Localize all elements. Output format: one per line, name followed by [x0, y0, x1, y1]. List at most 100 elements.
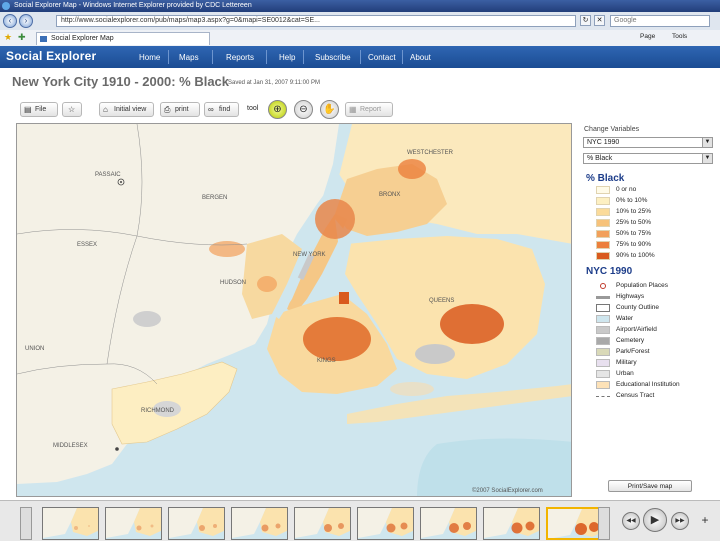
address-bar[interactable]: http://www.socialexplorer.com/pub/maps/m… [56, 15, 576, 27]
find-button[interactable]: ∞ find [204, 102, 239, 117]
nav-reports[interactable]: Reports [226, 53, 254, 62]
thumbnail-map [421, 508, 476, 538]
timeline-thumbnail[interactable] [231, 507, 288, 540]
site-logo[interactable]: Social Explorer [6, 49, 96, 63]
initial-view-icon: ⌂ [103, 105, 108, 114]
legend-layer-swatch [596, 326, 610, 334]
nav-help[interactable]: Help [279, 53, 295, 62]
initial-view-button[interactable]: ⌂ Initial view [99, 102, 154, 117]
search-input[interactable]: Google [610, 15, 710, 27]
tool-label: tool [247, 105, 259, 112]
change-variables-label: Change Variables [584, 126, 640, 133]
forward-button[interactable]: › [19, 14, 33, 28]
thumbnail-map [43, 508, 98, 538]
address-url: http://www.socialexplorer.com/pub/maps/m… [61, 17, 320, 24]
play-icon: ▶ [650, 514, 660, 526]
thumbnail-hotspot [449, 523, 459, 533]
timeline-thumbnail[interactable] [105, 507, 162, 540]
zoom-in-tool[interactable]: ⊕ [268, 100, 287, 119]
zoom-out-tool[interactable]: ⊖ [294, 100, 313, 119]
tab-favicon-icon [40, 36, 47, 42]
back-button[interactable]: ‹ [3, 14, 17, 28]
thumbnail-hotspot [575, 523, 587, 535]
timeline-thumbnail[interactable] [42, 507, 99, 540]
thumbnail-hotspot [463, 522, 471, 530]
initial-view-label: Initial view [114, 106, 147, 113]
legend-layer-label: Park/Forest [616, 348, 650, 355]
thumbnail-map [358, 508, 413, 538]
thumbnail-hotspot [338, 523, 344, 529]
timeline-thumbnail[interactable] [294, 507, 351, 540]
hotspot-newark [209, 241, 245, 257]
report-button[interactable]: ▦ Report [345, 102, 393, 117]
file-label: File [35, 106, 47, 113]
legend-class-label: 50% to 75% [616, 230, 652, 237]
stop-icon: ✕ [596, 17, 603, 24]
thumbnail-hotspot [213, 524, 217, 528]
thumbnail-hotspot [525, 521, 535, 531]
print-button[interactable]: ⎙ print [160, 102, 200, 117]
hotspot-brooklyn [303, 317, 371, 361]
thumbnail-map [295, 508, 350, 538]
pan-tool[interactable]: ✋ [320, 100, 339, 119]
timeline-thumbnail[interactable] [357, 507, 414, 540]
timeline-scroll-left[interactable] [20, 507, 32, 540]
legend-layer-label: Military [616, 359, 637, 366]
legend-layer-swatch [596, 304, 610, 312]
hotspot-block [339, 292, 349, 304]
variable-select[interactable]: % Black ▼ [583, 153, 713, 164]
year-select-value: NYC 1990 [587, 139, 620, 146]
saved-timestamp: Saved at Jan 31, 2007 9:11:00 PM [228, 80, 320, 86]
map-svg[interactable]: PASSAIC BERGEN ESSEX WESTCHESTER BRONX N… [17, 124, 572, 497]
hotspot-bronx [398, 159, 426, 179]
file-button[interactable]: ▤ File [20, 102, 58, 117]
year-select[interactable]: NYC 1990 ▼ [583, 137, 713, 148]
zoom-out-icon: ⊖ [299, 104, 308, 115]
timeline-thumbnail[interactable] [546, 507, 603, 540]
add-favorite-icon[interactable]: ✚ [18, 33, 27, 42]
zoom-icon[interactable]: + [698, 512, 712, 528]
play-button[interactable]: ▶ [643, 508, 667, 532]
print-save-map-button[interactable]: Print/Save map [608, 480, 692, 492]
thumbnail-land [197, 508, 224, 536]
timeline-scroll-right[interactable] [598, 507, 610, 540]
legend-swatch [596, 230, 610, 238]
nav-divider [402, 50, 403, 64]
nav-home[interactable]: Home [139, 53, 160, 62]
refresh-button[interactable]: ↻ [580, 15, 591, 26]
legend-layer-swatch [596, 396, 610, 397]
place-label: WESTCHESTER [407, 150, 454, 156]
map-canvas[interactable]: PASSAIC BERGEN ESSEX WESTCHESTER BRONX N… [16, 123, 572, 497]
tab-social-explorer-map[interactable]: Social Explorer Map [36, 32, 210, 45]
thumbnail-land [134, 508, 161, 536]
legend-layer-swatch [596, 381, 610, 389]
tools-menu[interactable]: Tools [672, 33, 687, 40]
stop-button[interactable]: ✕ [594, 15, 605, 26]
nav-maps[interactable]: Maps [179, 53, 199, 62]
nav-subscribe[interactable]: Subscribe [315, 53, 351, 62]
legend-swatch [596, 219, 610, 227]
legend-layer-swatch [596, 348, 610, 356]
place-label: PASSAIC [95, 172, 121, 178]
legend-class-label: 0% to 10% [616, 197, 648, 204]
place-marker [120, 181, 122, 183]
fast-forward-button[interactable]: ▶▶ [671, 512, 689, 530]
home-view-button[interactable]: ☆ [62, 102, 82, 117]
park-nj [133, 311, 161, 327]
find-label: find [219, 106, 231, 113]
favorites-star-icon[interactable]: ★ [4, 33, 13, 42]
page-menu[interactable]: Page [640, 33, 655, 40]
thumbnail-hotspot [261, 524, 269, 532]
timeline-thumbnail[interactable] [483, 507, 540, 540]
timeline-thumbnail[interactable] [420, 507, 477, 540]
rewind-button[interactable]: ◀◀ [622, 512, 640, 530]
thumbnail-map [232, 508, 287, 538]
timeline-thumbnail[interactable] [168, 507, 225, 540]
thumbnail-hotspot [386, 523, 396, 533]
nav-contact[interactable]: Contact [368, 53, 396, 62]
nav-divider [266, 50, 267, 64]
place-label: QUEENS [429, 298, 454, 304]
legend-layer-swatch [600, 283, 606, 289]
file-icon: ▤ [24, 105, 32, 114]
nav-about[interactable]: About [410, 53, 431, 62]
